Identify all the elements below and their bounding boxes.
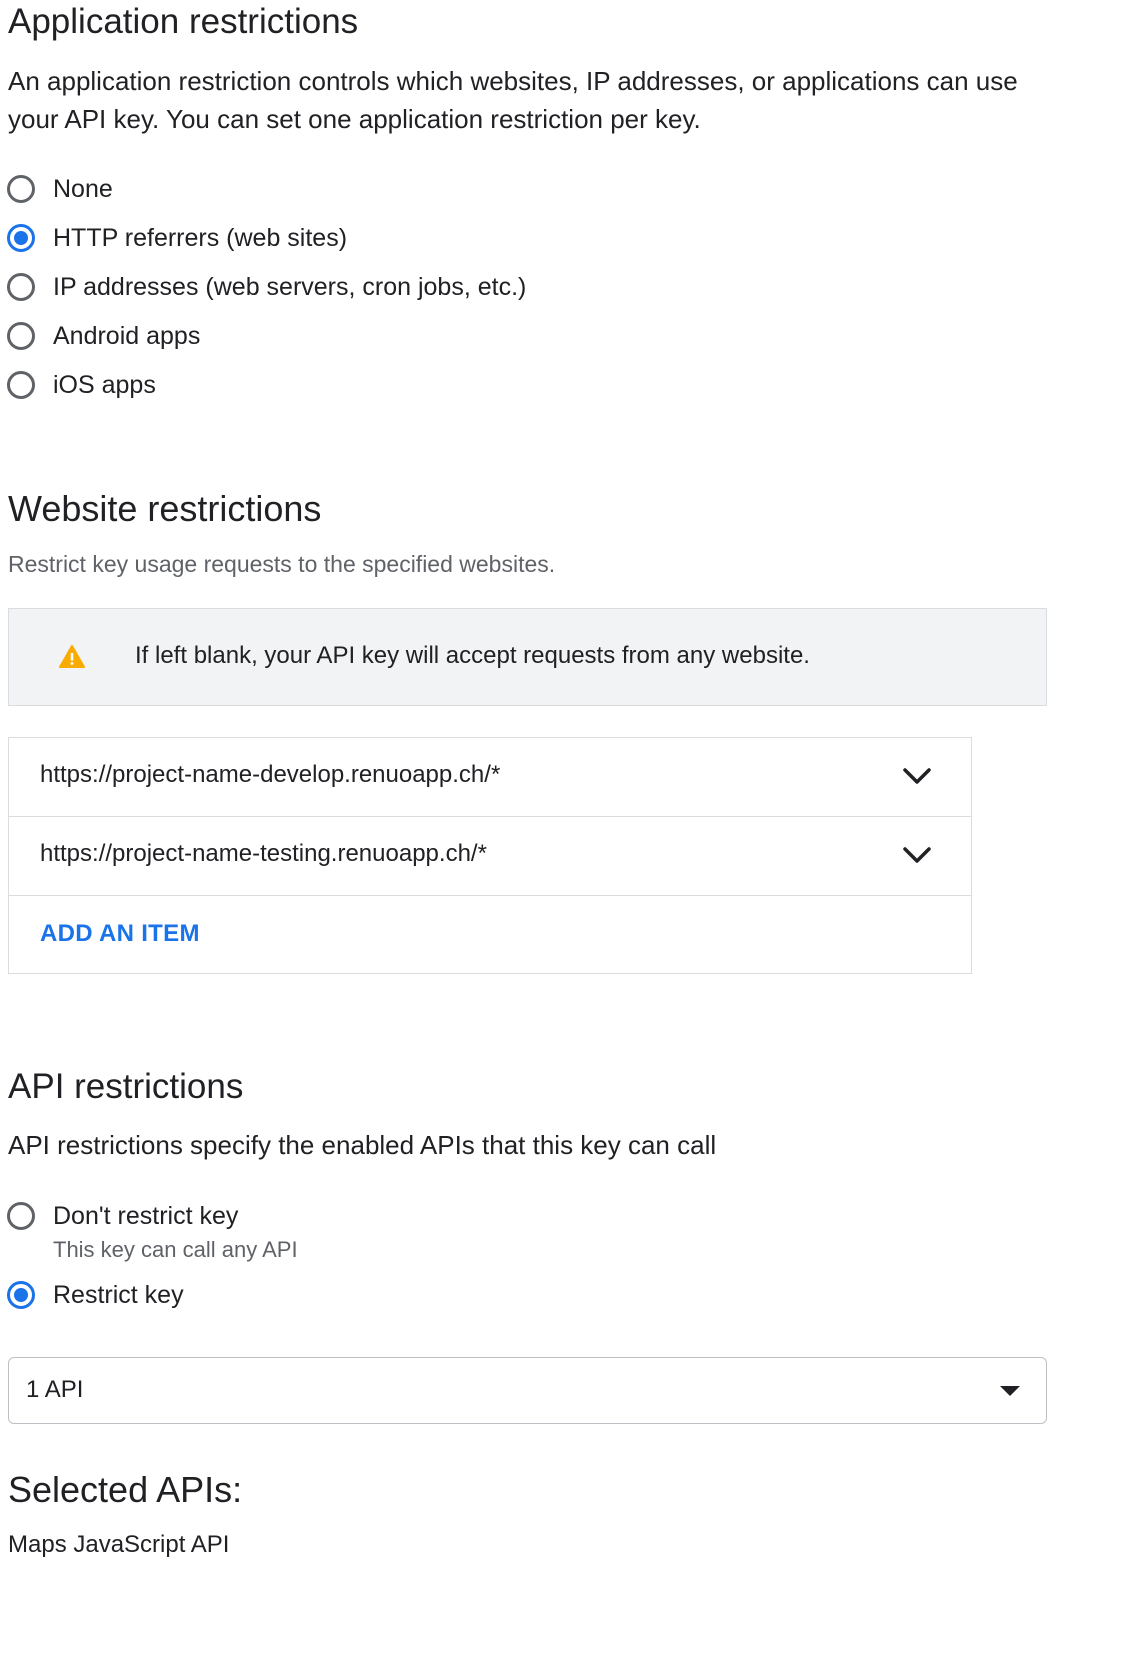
dropdown-arrow-icon	[1000, 1386, 1020, 1396]
radio-app-none[interactable]: None	[7, 171, 113, 207]
add-item-button[interactable]: ADD AN ITEM	[40, 920, 200, 948]
chevron-down-icon[interactable]	[902, 766, 932, 786]
radio-button[interactable]	[7, 371, 35, 399]
radio-restrict-key[interactable]: Restrict key	[7, 1277, 184, 1313]
radio-dont-restrict-key[interactable]: Don't restrict key	[7, 1198, 238, 1234]
warning-notice: If left blank, your API key will accept …	[8, 608, 1047, 706]
radio-label: IP addresses (web servers, cron jobs, et…	[53, 272, 527, 301]
select-value: 1 API	[26, 1376, 84, 1403]
api-restrictions-title: API restrictions	[8, 1067, 244, 1106]
website-restrictions-description: Restrict key usage requests to the speci…	[8, 551, 556, 577]
radio-button[interactable]	[7, 273, 35, 301]
app-restrictions-title: Application restrictions	[8, 2, 359, 41]
selected-api-item: Maps JavaScript API	[8, 1531, 230, 1558]
radio-button[interactable]	[7, 1202, 35, 1230]
radio-label: HTTP referrers (web sites)	[53, 223, 348, 252]
radio-label: Restrict key	[53, 1280, 184, 1309]
radio-button[interactable]	[7, 224, 35, 252]
radio-sublabel: This key can call any API	[53, 1237, 298, 1262]
radio-app-android[interactable]: Android apps	[7, 318, 200, 354]
radio-button[interactable]	[7, 1281, 35, 1309]
radio-label: iOS apps	[53, 370, 156, 399]
api-restrictions-description: API restrictions specify the enabled API…	[8, 1130, 717, 1160]
website-list: https://project-name-develop.renuoapp.ch…	[8, 737, 972, 974]
radio-label: Android apps	[53, 321, 201, 350]
website-url: https://project-name-testing.renuoapp.ch…	[40, 840, 487, 867]
notice-text: If left blank, your API key will accept …	[135, 642, 810, 669]
list-item[interactable]: https://project-name-develop.renuoapp.ch…	[9, 738, 971, 817]
radio-label: Don't restrict key	[53, 1201, 239, 1230]
radio-label: None	[53, 174, 113, 203]
app-restrictions-description: An application restriction controls whic…	[8, 66, 1018, 134]
radio-app-ios[interactable]: iOS apps	[7, 367, 156, 403]
website-restrictions-title: Website restrictions	[8, 488, 322, 529]
warning-icon	[59, 645, 85, 668]
radio-button[interactable]	[7, 322, 35, 350]
api-select-dropdown[interactable]: 1 API	[8, 1357, 1047, 1424]
website-url: https://project-name-develop.renuoapp.ch…	[40, 761, 501, 788]
chevron-down-icon[interactable]	[902, 845, 932, 865]
list-item[interactable]: https://project-name-testing.renuoapp.ch…	[9, 817, 971, 896]
radio-app-ip-addresses[interactable]: IP addresses (web servers, cron jobs, et…	[7, 269, 526, 305]
selected-apis-title: Selected APIs:	[8, 1469, 243, 1510]
radio-app-http-referrers[interactable]: HTTP referrers (web sites)	[7, 220, 347, 256]
radio-button[interactable]	[7, 175, 35, 203]
